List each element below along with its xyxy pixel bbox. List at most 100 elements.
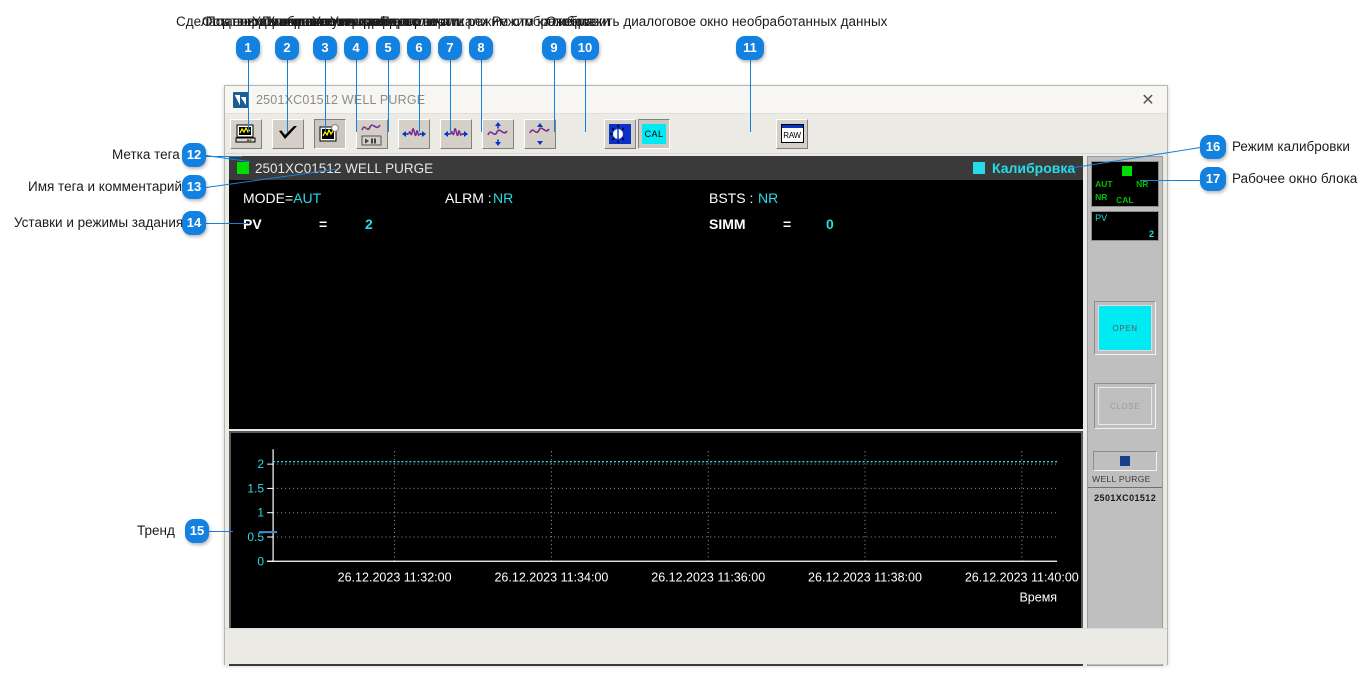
- block-faceplate: AUT NR NR CAL PV 2 OPEN CLOSE WELL PURGE…: [1087, 156, 1163, 666]
- leader-line-5: [388, 60, 389, 132]
- raw-data-button[interactable]: RAW: [776, 118, 808, 149]
- svg-text:1.5: 1.5: [247, 481, 264, 495]
- pv-equals: =: [319, 216, 328, 232]
- trend-chart-svg: 00.511.5226.12.2023 11:32:00 26.12.2023 1…: [247, 449, 1079, 605]
- calibration-mode-indicator: Калибровка: [973, 160, 1075, 176]
- callout-3[interactable]: 3: [313, 36, 337, 60]
- freeze-chart-button[interactable]: [314, 118, 346, 149]
- chart-snapshot-icon: [319, 123, 339, 141]
- annotation-label-16: Режим калибровки: [1232, 139, 1350, 154]
- svg-text:26.12.2023 11:36:00: 26.12.2023 11:36:00: [651, 570, 765, 584]
- callout-7[interactable]: 7: [438, 36, 462, 60]
- svg-text:26.12.2023 11:34:00: 26.12.2023 11:34:00: [494, 570, 608, 584]
- callout-4[interactable]: 4: [344, 36, 368, 60]
- setpoint-and-mode-pane: MODE=AUT ALRM : NR BSTS : NR PV = 2 SIMM…: [229, 180, 1084, 429]
- zoom-in-horizontal-button[interactable]: [398, 118, 430, 149]
- trend-panel: 0 0.5 1 1.5 2 26.12.2023 11:32:00 26.12.2023 1…: [229, 431, 1084, 634]
- alrm-value: NR: [493, 190, 514, 206]
- callout-12[interactable]: 12: [182, 143, 206, 167]
- display-mode-button[interactable]: [604, 118, 636, 149]
- annotation-label-11: Отобразить диалоговое окно необработанны…: [546, 14, 888, 29]
- annotation-label-17: Рабочее окно блока: [1232, 171, 1358, 186]
- callout-11[interactable]: 11: [736, 36, 764, 60]
- leader-line-10: [585, 60, 586, 132]
- faceplate-description: WELL PURGE: [1088, 474, 1162, 488]
- faceplate-pv-value: 2: [1148, 229, 1154, 239]
- leader-line-8: [481, 60, 482, 132]
- raw-label: RAW: [783, 130, 801, 140]
- svg-text:26.12.2023 11:40:00: 26.12.2023 11:40:00: [965, 570, 1079, 584]
- faceplate-open-wrapper: OPEN: [1094, 301, 1156, 355]
- leader-line-17: [1140, 180, 1202, 181]
- callout-17[interactable]: 17: [1200, 167, 1226, 191]
- svg-text:2: 2: [257, 457, 264, 471]
- calibration-mode-label: Калибровка: [992, 160, 1076, 176]
- leader-line-2: [287, 60, 288, 132]
- zoom-out-vertical-button[interactable]: [524, 118, 556, 149]
- mode-row: MODE=AUT ALRM : NR BSTS : NR: [243, 190, 1083, 216]
- annotation-label-12: Метка тега: [112, 147, 180, 162]
- tag-status-led-icon: [237, 162, 249, 174]
- svg-text:26.12.2023 11:32:00: 26.12.2023 11:32:00: [338, 570, 452, 584]
- faceplate-indicator-wrapper: [1093, 451, 1157, 471]
- callout-1[interactable]: 1: [236, 36, 260, 60]
- leader-line-6: [419, 60, 420, 132]
- expand-vertical-icon: [487, 121, 508, 146]
- faceplate-status-box: AUT NR NR CAL: [1091, 161, 1159, 207]
- app-logo-icon: [233, 91, 249, 108]
- callout-14[interactable]: 14: [182, 211, 206, 235]
- leader-line-7: [450, 60, 451, 132]
- faceplate-pv-box: PV 2: [1091, 211, 1159, 241]
- leader-line-3: [325, 60, 326, 132]
- leader-line-1: [248, 60, 249, 132]
- screenshot-button[interactable]: [230, 118, 262, 149]
- faceplate-pv-label: PV: [1095, 213, 1108, 223]
- faceplate-led-icon: [1122, 166, 1133, 176]
- callout-2[interactable]: 2: [275, 36, 299, 60]
- mode-label: MODE=: [243, 190, 294, 206]
- tag-header-bar: 2501XC01512 WELL PURGE Калибровка: [229, 156, 1084, 180]
- callout-10[interactable]: 10: [571, 36, 599, 60]
- callout-13[interactable]: 13: [182, 175, 206, 199]
- mode-value: AUT: [293, 190, 322, 206]
- simm-label: SIMM: [709, 216, 746, 232]
- faceplate-mode: AUT: [1095, 179, 1113, 189]
- trend-chart[interactable]: 0 0.5 1 1.5 2 26.12.2023 11:32:00 26.12.2023 1…: [231, 433, 1082, 632]
- leader-line-9: [554, 60, 555, 132]
- calibration-led-icon: [973, 162, 985, 174]
- faceplate-tag: 2501XC01512: [1094, 493, 1157, 503]
- bsts-value: NR: [758, 190, 779, 206]
- zoom-out-horizontal-button[interactable]: [440, 118, 472, 149]
- screenshot-root: Сделать снимок экрана Подтвердить тревог…: [0, 0, 1366, 675]
- callout-9[interactable]: 9: [542, 36, 566, 60]
- main-column: 2501XC01512 WELL PURGE Калибровка MODE=A…: [229, 156, 1084, 666]
- application-window: 2501XC01512 WELL PURGE ✕ CAL RAW 2501XC0…: [224, 85, 1168, 666]
- shrink-horizontal-icon: [444, 127, 468, 137]
- tag-name-label: 2501XC01512 WELL PURGE: [255, 160, 434, 176]
- calibration-mode-button[interactable]: CAL: [638, 118, 670, 149]
- pv-value: 2: [365, 216, 373, 232]
- callout-5[interactable]: 5: [376, 36, 400, 60]
- callout-6[interactable]: 6: [407, 36, 431, 60]
- acknowledge-alarm-button[interactable]: [272, 118, 304, 149]
- leader-line-11: [750, 60, 751, 132]
- expand-horizontal-icon: [402, 127, 426, 137]
- callout-8[interactable]: 8: [469, 36, 493, 60]
- close-button[interactable]: CLOSE: [1098, 387, 1152, 425]
- simm-equals: =: [783, 216, 792, 232]
- close-icon[interactable]: ✕: [1135, 90, 1161, 110]
- open-button[interactable]: OPEN: [1098, 305, 1152, 351]
- screenshot-printer-icon: [235, 124, 256, 142]
- window-body: 2501XC01512 WELL PURGE Калибровка MODE=A…: [225, 154, 1167, 666]
- svg-text:1: 1: [257, 506, 264, 520]
- pause-trend-button[interactable]: [356, 118, 388, 149]
- callout-15[interactable]: 15: [185, 519, 209, 543]
- pv-label: PV: [243, 216, 262, 232]
- svg-text:Время: Время: [1019, 591, 1057, 605]
- leader-line-4: [356, 60, 357, 132]
- simm-value: 0: [826, 216, 834, 232]
- faceplate-block-status: NR: [1095, 192, 1108, 202]
- pv-row: PV = 2 SIMM = 0: [243, 216, 1083, 242]
- callout-16[interactable]: 16: [1200, 135, 1226, 159]
- zoom-in-vertical-button[interactable]: [482, 118, 514, 149]
